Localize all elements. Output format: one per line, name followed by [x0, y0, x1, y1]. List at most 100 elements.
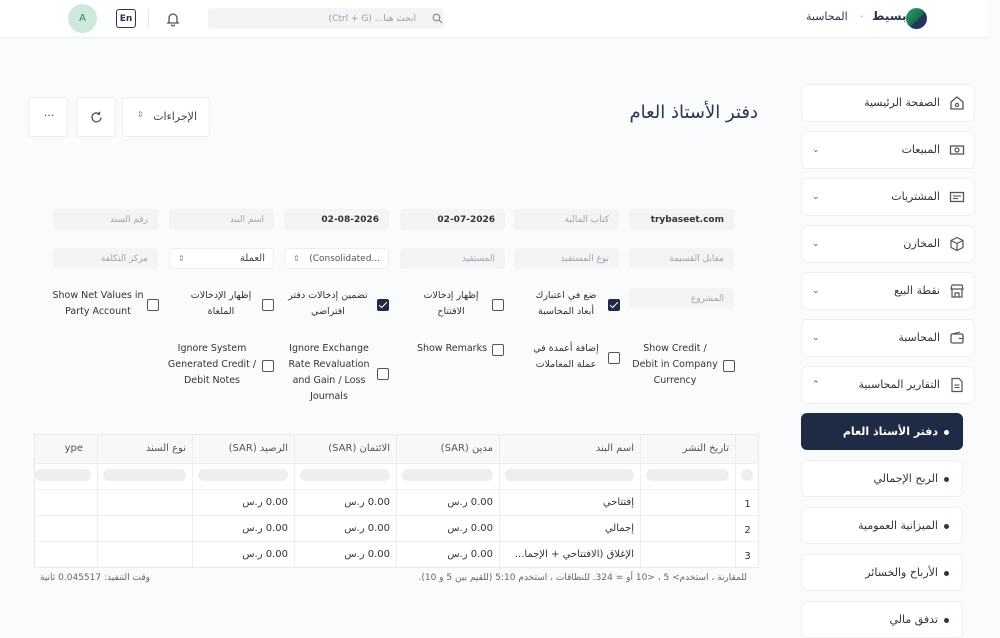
- accounting-dimensions-checkbox[interactable]: [608, 299, 620, 311]
- sidebar-item-pos[interactable]: ⌄ نقطة البيع: [801, 272, 975, 310]
- sidebar-subitem-general-ledger[interactable]: دفتر الأستاذ العام: [801, 413, 963, 450]
- table-cell-credit[interactable]: 0.00 ر.س: [294, 489, 396, 515]
- checkbox-label: إظهار إدخالات الافتتاح: [423, 290, 479, 317]
- show-remarks-checkbox[interactable]: [492, 344, 504, 356]
- actions-label: الإجراءات: [153, 110, 197, 123]
- brand-logo[interactable]: [906, 8, 927, 29]
- ledger-table: تاريخ النشر اسم البند مدين (SAR) الائتما…: [34, 434, 759, 568]
- breadcrumb-separator: ·: [860, 10, 864, 23]
- currency-select[interactable]: ⇕ العملة: [169, 248, 274, 269]
- sidebar-item-label: نقطة البيع: [894, 284, 940, 297]
- bullet-icon: [944, 524, 949, 529]
- filter-row-cell[interactable]: [35, 469, 91, 481]
- nav-link-accounting[interactable]: المحاسبة: [806, 10, 848, 23]
- sidebar-item-label: التقارير المحاسبية: [858, 378, 940, 391]
- group-by-value: (Consolidated...: [309, 253, 380, 264]
- table-cell-account[interactable]: الإغلاق (الافتتاحي + الإجما...: [499, 541, 640, 567]
- language-toggle[interactable]: En: [116, 9, 136, 28]
- filter-row-cell[interactable]: [300, 469, 390, 481]
- table-cell-balance[interactable]: 0.00 ر.س: [192, 515, 294, 541]
- ignore-system-notes-checkbox[interactable]: [262, 360, 274, 372]
- sidebar-subitem-profit-loss[interactable]: الأرباح والخسائر: [801, 554, 963, 591]
- filter-row-cell[interactable]: [402, 469, 493, 481]
- voucher-no-field[interactable]: رقم السند: [53, 209, 158, 230]
- show-opening-entries-checkbox[interactable]: [492, 299, 504, 311]
- filter-row-cell[interactable]: [646, 469, 729, 481]
- refresh-button[interactable]: [76, 97, 116, 137]
- sidebar-subitem-gross-profit[interactable]: الربح الإجمالي: [801, 460, 963, 497]
- bullet-icon: [944, 477, 949, 482]
- more-icon: ···: [43, 109, 55, 122]
- company-currency-checkbox[interactable]: [723, 360, 735, 372]
- table-cell-credit[interactable]: 0.00 ر.س: [294, 541, 396, 567]
- finance-book-field[interactable]: كتاب المالية: [514, 209, 619, 230]
- column-header-voucher-type[interactable]: نوع السند: [97, 435, 192, 461]
- table-cell-balance[interactable]: 0.00 ر.س: [192, 489, 294, 515]
- table-cell-debit[interactable]: 0.00 ر.س: [396, 515, 499, 541]
- against-voucher-field[interactable]: مقابل القسيمة: [629, 248, 734, 269]
- party-type-field[interactable]: نوع المستفيد: [514, 248, 619, 269]
- sidebar-item-purchases[interactable]: ⌄ المشتريات: [801, 178, 975, 216]
- home-icon: [950, 96, 964, 110]
- table-cell-credit[interactable]: 0.00 ر.س: [294, 515, 396, 541]
- column-header-debit[interactable]: مدين (SAR): [396, 435, 499, 461]
- more-button[interactable]: ···: [28, 97, 68, 137]
- sidebar-subitem-label: دفتر الأستاذ العام: [842, 425, 938, 438]
- table-cell-account[interactable]: إفتتاحي: [499, 489, 640, 515]
- filter-row-cell[interactable]: [198, 469, 288, 481]
- column-header-credit[interactable]: الائتمان (SAR): [294, 435, 396, 461]
- sidebar-item-stock[interactable]: ⌄ المخازن: [801, 225, 975, 263]
- filter-row-cell[interactable]: [505, 469, 634, 481]
- sidebar-item-label: المشتريات: [891, 190, 940, 203]
- table-cell-balance[interactable]: 0.00 ر.س: [192, 541, 294, 567]
- group-by-select[interactable]: ⇕ (Consolidated...: [284, 248, 389, 269]
- cash-icon: [949, 145, 965, 155]
- filter-row-cell[interactable]: [103, 469, 186, 481]
- include-default-book-checkbox[interactable]: [377, 299, 389, 311]
- actions-button[interactable]: الإجراءات ⇕: [122, 97, 210, 137]
- column-header-party-type[interactable]: ype: [35, 435, 89, 461]
- column-header-balance[interactable]: الرصيد (SAR): [192, 435, 294, 461]
- bullet-icon: [944, 571, 949, 576]
- project-field[interactable]: المشروع: [629, 288, 734, 309]
- sidebar-subitem-balance-sheet[interactable]: الميزانية العمومية: [801, 507, 963, 544]
- row-number: 1: [744, 498, 751, 510]
- sidebar-subitem-label: الأرباح والخسائر: [865, 566, 938, 579]
- column-header-posting-date[interactable]: تاريخ النشر: [640, 435, 735, 461]
- page-title: دفتر الأستاذ العام: [629, 102, 758, 123]
- bell-icon[interactable]: [163, 9, 183, 29]
- sidebar-subitem-cash-flow[interactable]: تدفق مالي: [801, 601, 963, 638]
- show-net-values-checkbox[interactable]: [147, 299, 159, 311]
- cost-center-field[interactable]: مركز التكلفة: [53, 248, 158, 269]
- ignore-exchange-revaluation-checkbox[interactable]: [377, 368, 389, 380]
- sidebar-item-sales[interactable]: ⌄ المبيعات: [801, 131, 975, 169]
- search-icon: [432, 13, 443, 24]
- top-bar: A En المحاسبة · بسيط: [0, 0, 988, 38]
- account-field[interactable]: اسم البند: [169, 209, 274, 230]
- avatar[interactable]: A: [68, 4, 97, 33]
- company-field[interactable]: trybaseet.com: [629, 209, 734, 230]
- chevron-up-icon: ⌃: [812, 380, 820, 390]
- checkbox-label: ضع في اعتبارك أبعاد المحاسبة: [535, 290, 597, 317]
- from-date-field[interactable]: 02-07-2026: [400, 209, 505, 230]
- sidebar-item-home[interactable]: الصفحة الرئيسية: [801, 84, 975, 122]
- sort-icon: ⇕: [137, 110, 144, 119]
- brand-name[interactable]: بسيط: [872, 9, 906, 23]
- search-input[interactable]: [208, 8, 444, 29]
- party-field[interactable]: المستفيد: [400, 248, 505, 269]
- sidebar-item-accounting[interactable]: ⌄ المحاسبة: [801, 319, 975, 357]
- sidebar-item-accounting-reports[interactable]: ⌃ التقارير المحاسبية: [801, 366, 975, 404]
- filter-row-cell[interactable]: [741, 469, 753, 481]
- show-cancelled-entries-checkbox[interactable]: [262, 299, 274, 311]
- table-cell-debit[interactable]: 0.00 ر.س: [396, 489, 499, 515]
- search-box[interactable]: [208, 8, 444, 29]
- box-icon: [950, 236, 964, 252]
- column-header-account[interactable]: اسم البند: [499, 435, 640, 461]
- to-date-field[interactable]: 02-08-2026: [284, 209, 389, 230]
- sidebar-item-label: المخازن: [903, 237, 940, 250]
- currency-label: العملة: [239, 253, 265, 264]
- table-cell-account[interactable]: إجمالي: [499, 515, 640, 541]
- table-cell-debit[interactable]: 0.00 ر.س: [396, 541, 499, 567]
- chevron-updown-icon: ⇕: [178, 254, 185, 263]
- transaction-currency-checkbox[interactable]: [608, 352, 620, 364]
